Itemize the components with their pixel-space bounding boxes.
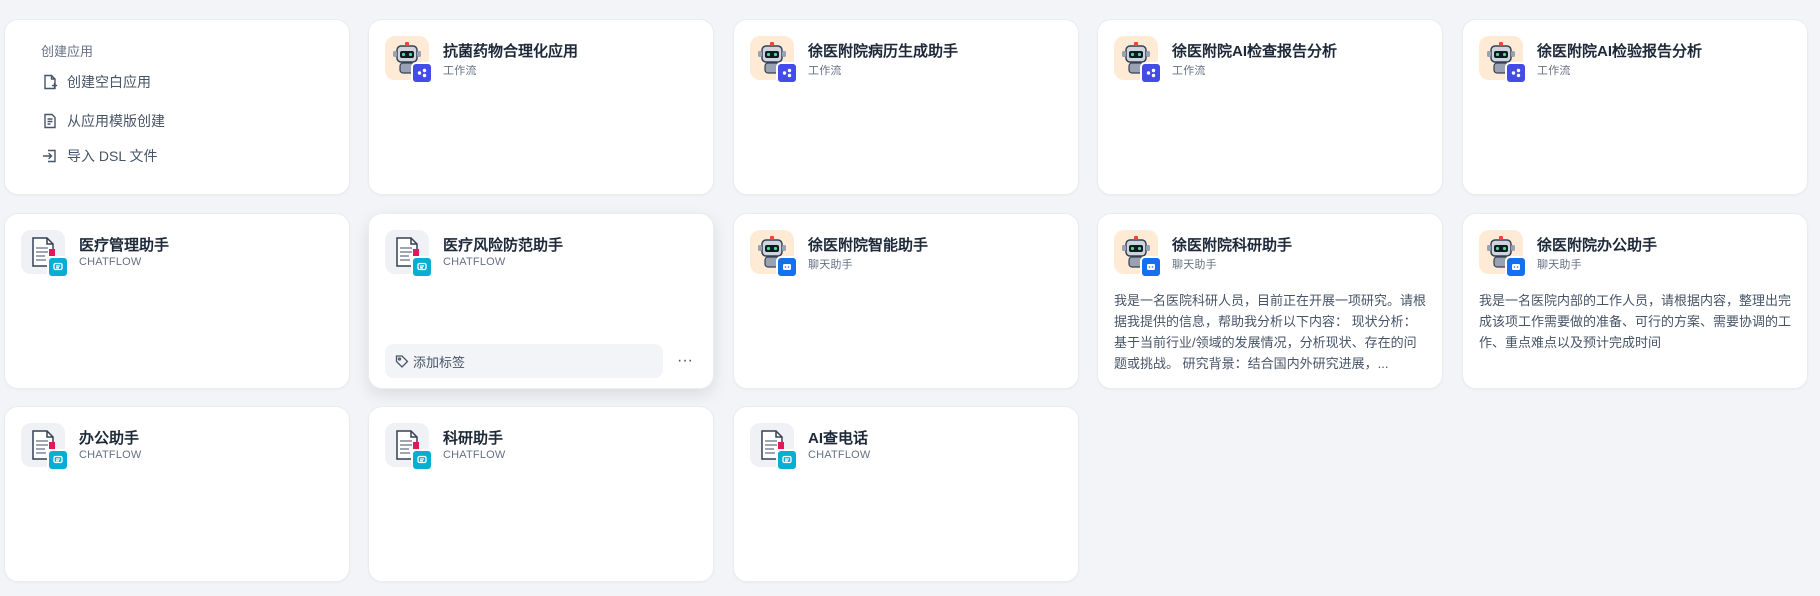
app-card[interactable]: 医疗风险防范助手 CHATFLOW 添加标签 ··· [368,213,714,389]
add-tag-button[interactable]: 添加标签 [385,344,663,378]
app-description: 我是一名医院内部的工作人员，请根据内容，整理出完成该项工作需要做的准备、可行的方… [1479,293,1791,350]
app-type: 工作流 [443,65,477,77]
chatflow-badge-icon [411,256,433,278]
create-app-title: 创建应用 [41,44,94,59]
app-card[interactable]: 徐医附院AI检验报告分析 工作流 [1462,19,1808,195]
tag-icon [395,355,409,368]
app-type: 聊天助手 [808,259,853,271]
app-type: CHATFLOW [808,449,871,461]
create-blank-app-label: 创建空白应用 [67,74,151,90]
workflow-badge-icon [411,62,433,84]
create-from-template-label: 从应用模版创建 [67,113,165,129]
app-name: 徐医附院病历生成助手 [808,43,959,60]
document-icon [21,423,69,471]
robot-icon [750,36,798,84]
app-card[interactable]: 徐医附院科研助手 聊天助手 我是一名医院科研人员，目前正在开展一项研究。请根据我… [1097,213,1443,389]
app-card[interactable]: 徐医附院办公助手 聊天助手 我是一名医院内部的工作人员，请根据内容，整理出完成该… [1462,213,1808,389]
app-name: 徐医附院AI检查报告分析 [1172,43,1338,60]
app-card[interactable]: 徐医附院AI检查报告分析 工作流 [1097,19,1443,195]
workflow-badge-icon [1140,62,1162,84]
app-name: AI查电话 [808,430,869,447]
more-options-button[interactable]: ··· [671,348,699,374]
create-app-card: 创建应用 创建空白应用 从应用模版创建 导入 DSL 文件 [4,19,350,195]
chat-badge-icon [776,256,798,278]
app-card[interactable]: 医疗管理助手 CHATFLOW [4,213,350,389]
app-name: 办公助手 [79,430,140,447]
create-from-template-button[interactable]: 从应用模版创建 [41,111,165,131]
create-blank-app-button[interactable]: 创建空白应用 [41,72,151,92]
chatflow-badge-icon [776,449,798,471]
app-name: 徐医附院办公助手 [1537,237,1658,254]
app-type: CHATFLOW [443,449,506,461]
import-icon [41,147,59,165]
app-card[interactable]: 办公助手 CHATFLOW [4,406,350,582]
document-icon [385,423,433,471]
app-name: 医疗风险防范助手 [443,237,564,254]
template-icon [41,112,59,130]
app-type: 工作流 [808,65,842,77]
app-card[interactable]: 科研助手 CHATFLOW [368,406,714,582]
robot-icon [1479,230,1527,278]
app-name: 医疗管理助手 [79,237,170,254]
document-icon [750,423,798,471]
robot-icon [385,36,433,84]
app-type: CHATFLOW [79,256,142,268]
chatflow-badge-icon [47,449,69,471]
app-name: 徐医附院智能助手 [808,237,929,254]
app-name: 徐医附院AI检验报告分析 [1537,43,1703,60]
app-name: 徐医附院科研助手 [1172,237,1293,254]
app-type: CHATFLOW [79,449,142,461]
app-type: 工作流 [1537,65,1571,77]
file-plus-icon [41,73,59,91]
app-type: 聊天助手 [1172,259,1217,271]
app-type: 工作流 [1172,65,1206,77]
chat-badge-icon [1140,256,1162,278]
robot-icon [1114,230,1162,278]
app-type: 聊天助手 [1537,259,1582,271]
document-icon [21,230,69,278]
robot-icon [750,230,798,278]
app-name: 抗菌药物合理化应用 [443,43,579,60]
workflow-badge-icon [776,62,798,84]
import-dsl-button[interactable]: 导入 DSL 文件 [41,146,158,166]
add-tag-label: 添加标签 [413,354,466,370]
document-icon [385,230,433,278]
workflow-badge-icon [1505,62,1527,84]
chat-badge-icon [1505,256,1527,278]
app-card[interactable]: AI查电话 CHATFLOW [733,406,1079,582]
robot-icon [1479,36,1527,84]
chatflow-badge-icon [47,256,69,278]
robot-icon [1114,36,1162,84]
import-dsl-label: 导入 DSL 文件 [67,148,158,164]
app-description: 我是一名医院科研人员，目前正在开展一项研究。请根据我提供的信息，帮助我分析以下内… [1114,293,1426,371]
app-name: 科研助手 [443,430,504,447]
app-card[interactable]: 徐医附院智能助手 聊天助手 [733,213,1079,389]
app-card[interactable]: 徐医附院病历生成助手 工作流 [733,19,1079,195]
chatflow-badge-icon [411,449,433,471]
app-type: CHATFLOW [443,256,506,268]
app-card[interactable]: 抗菌药物合理化应用 工作流 [368,19,714,195]
